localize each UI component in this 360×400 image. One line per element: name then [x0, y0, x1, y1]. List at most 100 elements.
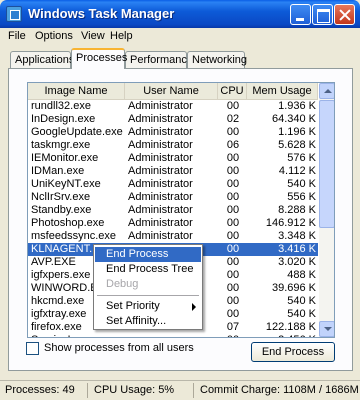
status-processes: Processes: 49 [5, 384, 75, 396]
task-manager-icon [6, 6, 22, 22]
process-mem: 540 K [287, 178, 316, 190]
process-cpu: 00 [226, 243, 240, 255]
window-title: Windows Task Manager [28, 6, 175, 21]
tab-networking[interactable]: Networking [187, 51, 247, 68]
process-cpu: 00 [226, 126, 240, 138]
minimize-button[interactable] [290, 4, 311, 25]
column-user-name[interactable]: User Name [125, 83, 218, 100]
status-bar: Processes: 49 CPU Usage: 5% Commit Charg… [0, 380, 360, 400]
process-mem: 39.696 K [271, 282, 316, 294]
show-all-users-checkbox[interactable] [26, 342, 39, 355]
tab-performance[interactable]: Performance [125, 51, 193, 68]
process-cpu: 00 [226, 100, 240, 112]
table-row[interactable]: IEMonitor.exe Administrator 00 576 K [28, 152, 318, 165]
maximize-button[interactable] [312, 4, 333, 25]
process-mem: 5.628 K [278, 139, 316, 151]
process-mem: 4.112 K [278, 165, 316, 177]
table-row[interactable]: ServiceLayer 00 2.456 K [28, 334, 318, 337]
process-user: Administrator [128, 139, 193, 151]
submenu-arrow-icon [192, 303, 196, 311]
table-row[interactable]: Standby.exe Administrator 00 8.288 K [28, 204, 318, 217]
process-mem: 576 K [287, 152, 316, 164]
tab-applications[interactable]: Applications [10, 51, 74, 68]
process-user: Administrator [128, 165, 193, 177]
close-button[interactable] [334, 4, 355, 25]
table-row[interactable]: NclIrSrv.exe Administrator 00 556 K [28, 191, 318, 204]
process-name: InDesign.exe [31, 113, 96, 125]
end-process-button[interactable]: End Process [251, 342, 335, 362]
context-set-priority[interactable]: Set Priority [95, 299, 201, 314]
process-mem: 556 K [287, 191, 316, 203]
process-cpu: 00 [226, 204, 240, 216]
process-name: NclIrSrv.exe [31, 191, 91, 203]
process-user: Administrator [128, 126, 193, 138]
process-user: Administrator [128, 113, 193, 125]
tab-processes[interactable]: Processes [71, 48, 127, 69]
process-name: IEMonitor.exe [31, 152, 99, 164]
process-cpu: 00 [226, 178, 240, 190]
process-cpu: 00 [220, 334, 246, 337]
process-mem: 8.288 K [278, 204, 316, 216]
process-name: taskmgr.exe [31, 139, 91, 151]
process-name: GoogleUpdate.exe [31, 126, 123, 138]
process-mem: 3.348 K [278, 230, 316, 242]
process-cpu: 00 [226, 295, 240, 307]
context-separator [97, 295, 199, 296]
context-set-affinity[interactable]: Set Affinity... [95, 314, 201, 329]
column-mem-usage[interactable]: Mem Usage [247, 83, 318, 100]
table-row[interactable]: taskmgr.exe Administrator 06 5.628 K [28, 139, 318, 152]
scroll-down-button[interactable] [319, 321, 334, 337]
process-cpu: 00 [226, 165, 240, 177]
process-cpu: 00 [226, 308, 240, 320]
menu-options[interactable]: Options [35, 30, 73, 42]
process-mem: 540 K [287, 308, 316, 320]
list-scrollbar[interactable] [319, 83, 334, 337]
table-row[interactable]: IDMan.exe Administrator 00 4.112 K [28, 165, 318, 178]
process-mem: 122.188 K [265, 321, 316, 333]
process-user: Administrator [128, 230, 193, 242]
context-end-process-tree[interactable]: End Process Tree [95, 262, 201, 277]
process-cpu: 00 [226, 256, 240, 268]
column-cpu[interactable]: CPU [218, 83, 247, 100]
menu-bar: File Options View Help [2, 28, 358, 46]
table-row[interactable]: GoogleUpdate.exe Administrator 00 1.196 K [28, 126, 318, 139]
process-cpu: 02 [226, 113, 240, 125]
status-divider [193, 383, 194, 398]
process-user: Administrator [128, 152, 193, 164]
context-end-process[interactable]: End Process [95, 247, 201, 262]
show-all-users-label[interactable]: Show processes from all users [44, 342, 194, 354]
menu-file[interactable]: File [8, 30, 26, 42]
table-row[interactable]: msfeedssync.exe Administrator 00 3.348 K [28, 230, 318, 243]
table-row[interactable]: UniKeyNT.exe Administrator 00 540 K [28, 178, 318, 191]
context-debug: Debug [106, 278, 139, 290]
process-name: msfeedssync.exe [31, 230, 116, 242]
process-name: Standby.exe [31, 204, 92, 216]
process-user: Administrator [128, 100, 193, 112]
menu-help[interactable]: Help [110, 30, 133, 42]
process-cpu: 00 [226, 282, 240, 294]
process-name: Photoshop.exe [31, 217, 105, 229]
process-user: Administrator [128, 178, 193, 190]
menu-view[interactable]: View [81, 30, 105, 42]
process-cpu: 00 [226, 217, 240, 229]
process-name: IDMan.exe [31, 165, 85, 177]
process-user: Administrator [128, 217, 193, 229]
scroll-thumb[interactable] [319, 100, 334, 228]
scroll-up-button[interactable] [319, 83, 334, 99]
context-menu: End Process End Process Tree Debug Set P… [93, 244, 203, 330]
table-row[interactable]: InDesign.exe Administrator 02 64.340 K [28, 113, 318, 126]
process-user: Administrator [128, 191, 193, 203]
process-name: UniKeyNT.exe [31, 178, 101, 190]
column-image-name[interactable]: Image Name [28, 83, 125, 100]
process-cpu: 00 [226, 191, 240, 203]
table-row[interactable]: Photoshop.exe Administrator 00 146.912 K [28, 217, 318, 230]
process-user: Administrator [128, 204, 193, 216]
context-set-priority-label: Set Priority [106, 300, 160, 312]
process-mem: 64.340 K [271, 113, 316, 125]
process-mem: 1.196 K [278, 126, 316, 138]
title-bar[interactable]: Windows Task Manager [0, 0, 360, 28]
process-cpu: 00 [226, 230, 240, 242]
status-cpu-usage: CPU Usage: 5% [94, 384, 175, 396]
table-row[interactable]: rundll32.exe Administrator 00 1.936 K [28, 100, 318, 113]
process-mem: 540 K [287, 295, 316, 307]
